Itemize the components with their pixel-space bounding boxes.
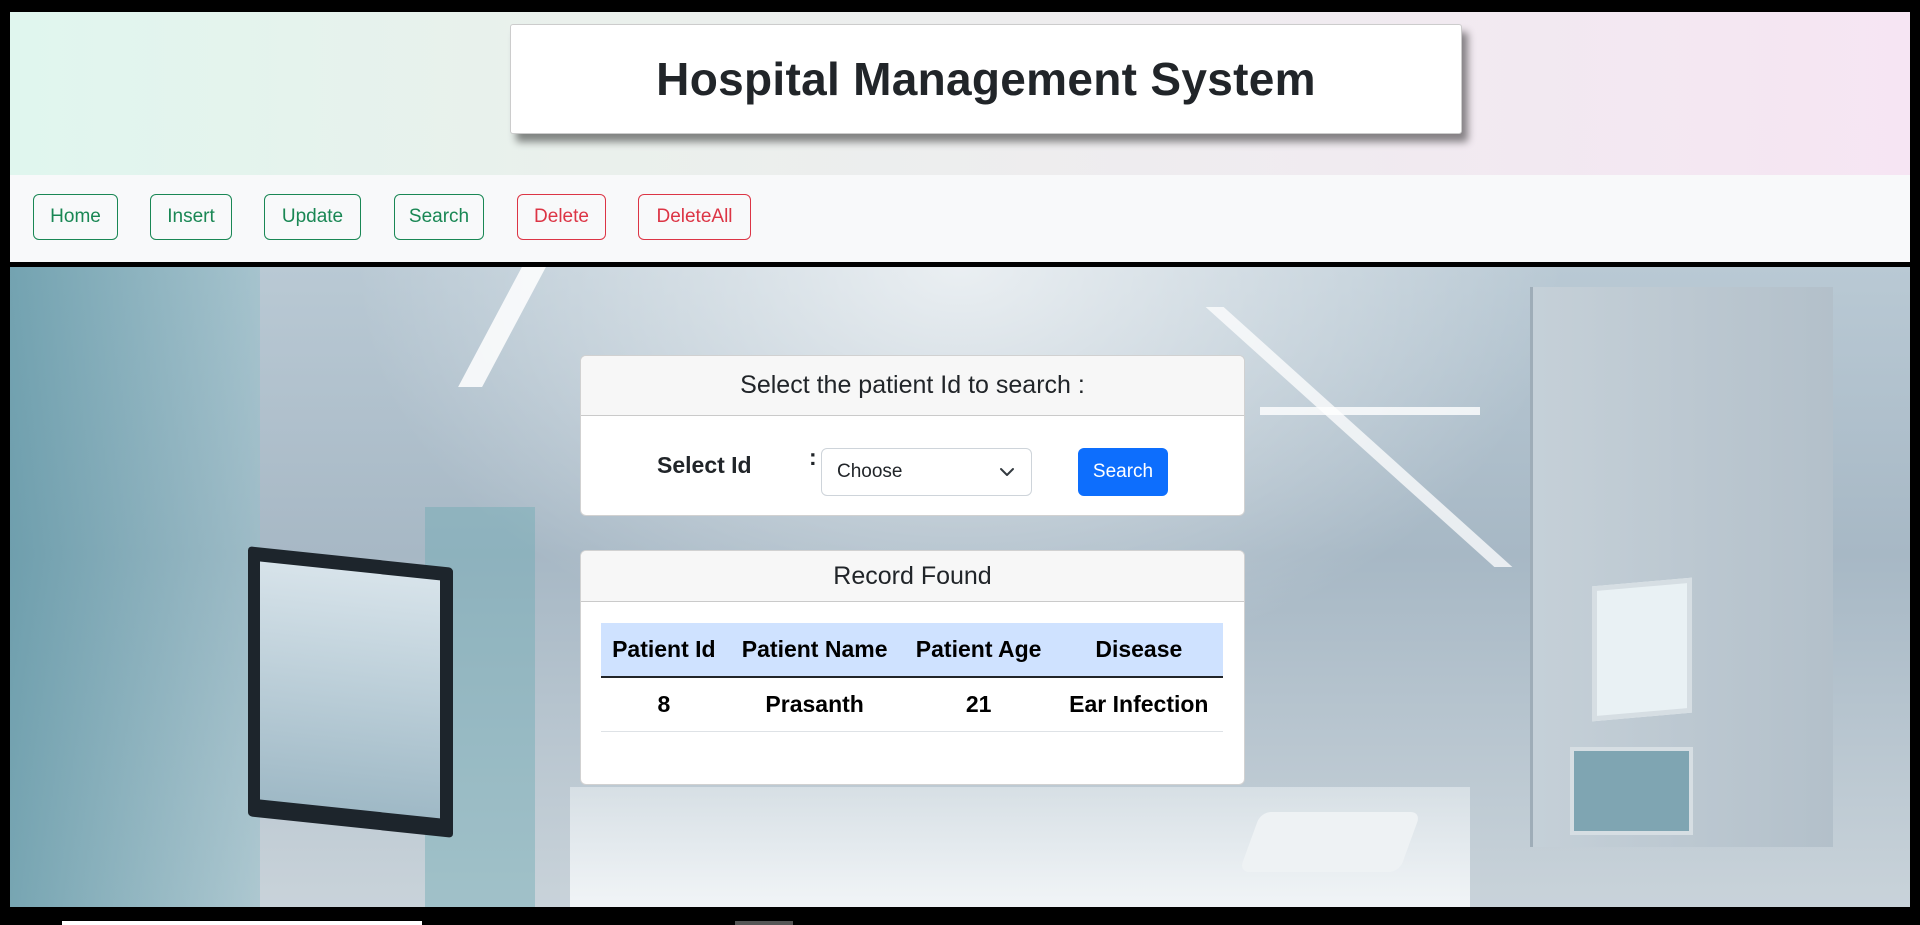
results-card-header: Record Found	[581, 551, 1244, 602]
results-card: Record Found Patient Id Patient Name Pat…	[580, 550, 1245, 785]
cell-disease: Ear Infection	[1054, 677, 1223, 732]
chevron-down-icon	[1000, 468, 1014, 476]
column-header-disease: Disease	[1054, 623, 1223, 678]
patient-id-select[interactable]: Choose	[821, 448, 1032, 496]
select-id-label: Select Id	[657, 452, 752, 478]
nav-home-button[interactable]: Home	[33, 194, 118, 240]
cell-patient-name: Prasanth	[726, 677, 903, 732]
nav-insert-button[interactable]: Insert	[150, 194, 232, 240]
taskbar-strip	[62, 921, 422, 925]
wall-monitor	[248, 546, 453, 838]
nav-search-button[interactable]: Search	[394, 194, 484, 240]
column-header-patient-name: Patient Name	[726, 623, 903, 678]
ceiling-light	[1205, 307, 1513, 567]
patient-id-select-value: Choose	[837, 461, 903, 482]
nav-delete-button[interactable]: Delete	[517, 194, 606, 240]
glass-wall-panel	[10, 267, 260, 907]
select-id-colon: :	[809, 444, 817, 470]
title-card: Hospital Management System	[510, 24, 1462, 134]
table-row: 8 Prasanth 21 Ear Infection	[601, 677, 1223, 732]
navbar: Home Insert Update Search Delete DeleteA…	[10, 175, 1910, 267]
search-card: Select the patient Id to search : Select…	[580, 355, 1245, 516]
results-table: Patient Id Patient Name Patient Age Dise…	[601, 623, 1223, 732]
search-card-header: Select the patient Id to search :	[581, 356, 1244, 416]
cell-patient-id: 8	[601, 677, 727, 732]
ceiling-light	[1260, 407, 1480, 415]
search-card-heading: Select the patient Id to search :	[740, 371, 1085, 399]
search-submit-button[interactable]: Search	[1078, 448, 1168, 496]
cell-patient-age: 21	[902, 677, 1055, 732]
app-frame: Hospital Management System Home Insert U…	[10, 12, 1910, 907]
ceiling-light	[458, 267, 546, 387]
column-header-patient-id: Patient Id	[601, 623, 727, 678]
nav-deleteall-button[interactable]: DeleteAll	[638, 194, 751, 240]
nav-update-button[interactable]: Update	[264, 194, 361, 240]
header-banner: Hospital Management System	[10, 12, 1910, 175]
wall-screen	[1570, 747, 1693, 835]
results-card-heading: Record Found	[833, 562, 992, 590]
hospital-bed	[1239, 812, 1421, 872]
table-header-row: Patient Id Patient Name Patient Age Dise…	[601, 623, 1223, 678]
column-header-patient-age: Patient Age	[902, 623, 1055, 678]
page-title: Hospital Management System	[656, 53, 1316, 105]
taskbar-strip	[735, 921, 793, 925]
wall-screen	[1592, 577, 1692, 722]
